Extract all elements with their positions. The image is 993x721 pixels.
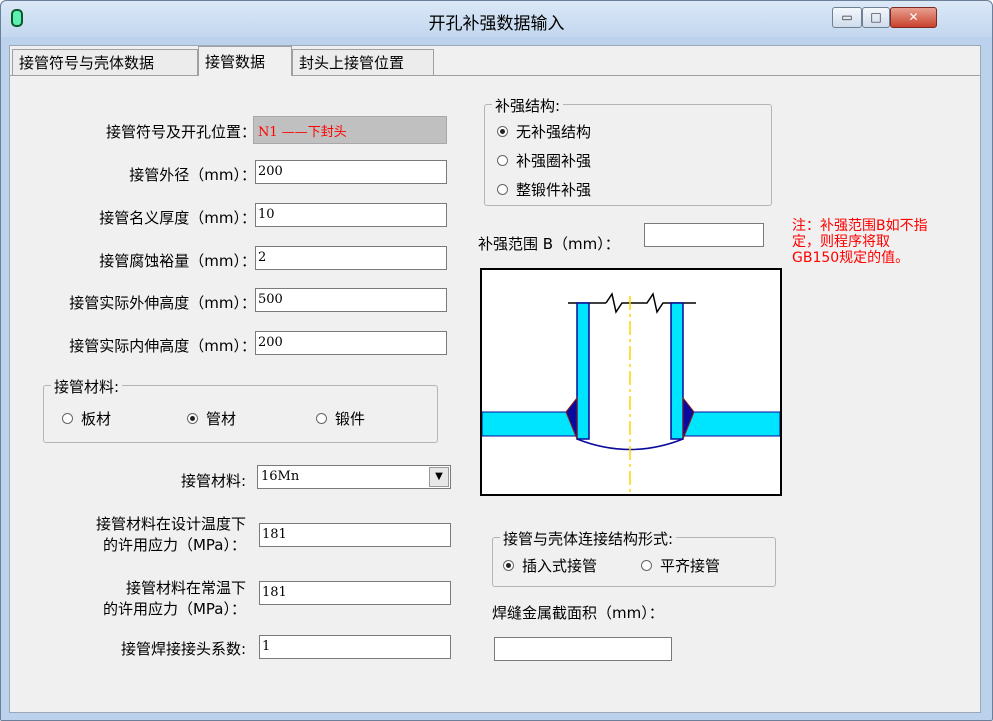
radio-forging-label: 锻件 <box>335 410 366 428</box>
symbol-value: N1 ——下封头 <box>258 125 347 140</box>
stress-room-input[interactable]: 181 <box>259 581 451 605</box>
stress-design-input[interactable]: 181 <box>259 523 451 547</box>
title-bar[interactable]: 开孔补强数据输入 ▭ □ ✕ <box>1 1 992 37</box>
range-note: 注：补强范围B如不指定，则程序将取GB150规定的值。 <box>792 218 928 266</box>
tab-nozzle-symbol-shell[interactable]: 接管符号与壳体数据 <box>12 49 198 75</box>
radio-forged-reinforcement[interactable]: 整锻件补强 <box>497 179 591 200</box>
maximize-button[interactable]: □ <box>862 7 890 28</box>
radio-flush-label: 平齐接管 <box>660 557 721 575</box>
weld-coef-input[interactable]: 1 <box>259 635 451 659</box>
od-input[interactable]: 200 <box>255 160 447 184</box>
material-select-value: 16Mn <box>261 469 300 484</box>
nozzle-diagram <box>480 268 782 496</box>
corrosion-label: 接管腐蚀裕量（mm）： <box>99 252 256 270</box>
radio-pad-reinforcement-label: 补强圈补强 <box>516 152 592 170</box>
radio-flush-dot <box>641 560 652 571</box>
nozzle-diagram-svg <box>481 292 781 492</box>
outer-height-label: 接管实际外伸高度（mm）： <box>69 294 256 312</box>
connection-group: 接管与壳体连接结构形式: 插入式接管 平齐接管 <box>492 528 776 587</box>
radio-plate[interactable]: 板材 <box>62 408 111 429</box>
symbol-label: 接管符号及开孔位置： <box>105 123 256 141</box>
thickness-label: 接管名义厚度（mm）： <box>99 209 256 227</box>
radio-no-reinforcement-dot <box>497 126 508 137</box>
stress-room-label-1: 接管材料在常温下 <box>125 579 246 597</box>
stress-room-label-2: 的许用应力（MPa）： <box>102 600 246 618</box>
weld-area-input[interactable] <box>494 637 672 661</box>
radio-forged-reinforcement-label: 整锻件补强 <box>516 181 592 199</box>
client-area: 接管符号与壳体数据 接管数据 封头上接管位置 接管符号及开孔位置： N1 ——下… <box>9 45 981 713</box>
radio-no-reinforcement[interactable]: 无补强结构 <box>497 121 591 142</box>
radio-pipe[interactable]: 管材 <box>187 408 236 429</box>
range-input[interactable] <box>644 223 764 247</box>
radio-plate-label: 板材 <box>81 410 112 428</box>
radio-forging[interactable]: 锻件 <box>316 408 365 429</box>
minimize-button[interactable]: ▭ <box>832 7 862 28</box>
radio-set-in-dot <box>503 560 514 571</box>
corrosion-input[interactable]: 2 <box>255 246 447 270</box>
stress-design-label-1: 接管材料在设计温度下 <box>95 515 246 533</box>
range-label: 补强范围 B（mm）： <box>478 235 620 253</box>
chevron-down-icon[interactable]: ▼ <box>429 467 449 487</box>
radio-flush[interactable]: 平齐接管 <box>641 555 720 576</box>
inner-height-label: 接管实际内伸高度（mm）： <box>69 337 256 355</box>
weld-coef-label: 接管焊接接头系数: <box>120 640 246 658</box>
symbol-display: N1 ——下封头 <box>253 116 447 144</box>
radio-forging-dot <box>316 413 327 424</box>
weld-area-label: 焊缝金属截面积（mm）： <box>492 604 664 622</box>
radio-forged-reinforcement-dot <box>497 184 508 195</box>
radio-pad-reinforcement-dot <box>497 155 508 166</box>
radio-pipe-label: 管材 <box>206 410 237 428</box>
material-type-group: 接管材料: 板材 管材 锻件 <box>43 376 438 443</box>
stress-design-label-2: 的许用应力（MPa）： <box>102 536 246 554</box>
reinforcement-title: 补强结构: <box>492 95 564 116</box>
material-label: 接管材料: <box>180 472 246 490</box>
tab-head-nozzle-position[interactable]: 封头上接管位置 <box>292 49 434 75</box>
thickness-input[interactable]: 10 <box>255 203 447 227</box>
connection-title: 接管与壳体连接结构形式: <box>500 528 677 549</box>
app-window: 开孔补强数据输入 ▭ □ ✕ 接管符号与壳体数据 接管数据 封头上接管位置 接管… <box>0 0 993 721</box>
radio-set-in[interactable]: 插入式接管 <box>503 555 597 576</box>
close-button[interactable]: ✕ <box>890 7 937 28</box>
material-type-title: 接管材料: <box>51 376 123 397</box>
radio-set-in-label: 插入式接管 <box>522 557 598 575</box>
radio-no-reinforcement-label: 无补强结构 <box>516 123 592 141</box>
tab-nozzle-data[interactable]: 接管数据 <box>198 46 292 76</box>
inner-height-input[interactable]: 200 <box>255 331 447 355</box>
tab-strip: 接管符号与壳体数据 接管数据 封头上接管位置 <box>10 46 980 76</box>
radio-pipe-dot <box>187 413 198 424</box>
radio-plate-dot <box>62 413 73 424</box>
od-label: 接管外径（mm）： <box>129 166 256 184</box>
reinforcement-group: 补强结构: 无补强结构 补强圈补强 整锻件补强 <box>484 95 772 206</box>
outer-height-input[interactable]: 500 <box>255 288 447 312</box>
material-select[interactable]: 16Mn ▼ <box>257 465 451 489</box>
radio-pad-reinforcement[interactable]: 补强圈补强 <box>497 150 591 171</box>
